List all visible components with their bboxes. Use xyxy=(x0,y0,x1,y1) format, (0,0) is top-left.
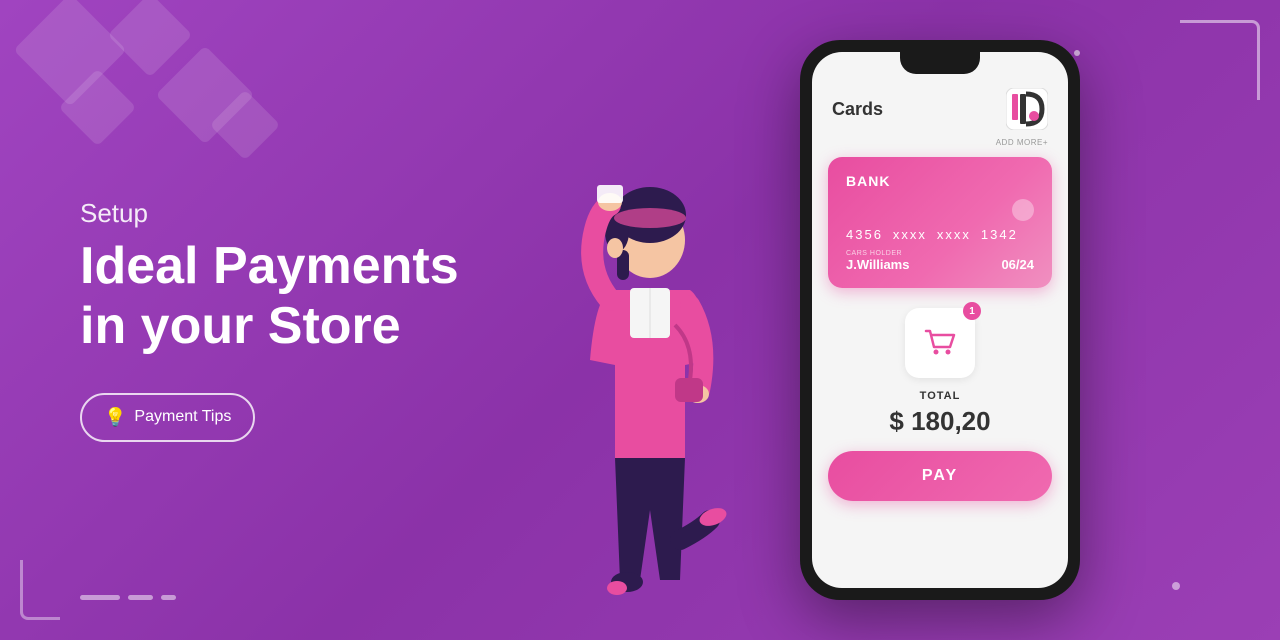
phone-mockup: Cards xyxy=(800,40,1080,600)
character-illustration xyxy=(520,0,780,640)
bulb-icon: 💡 xyxy=(104,407,126,428)
add-more-label: ADD MORE+ xyxy=(812,138,1068,147)
subtitle: Setup xyxy=(80,198,460,229)
phone-section: Cards xyxy=(780,40,1120,600)
card-holder-info: CARS HOLDER J.Williams xyxy=(846,250,909,272)
credit-card: BANK 4356 xxxx xxxx 1342 CARS HOLDER J.W… xyxy=(828,157,1052,288)
payment-tips-button[interactable]: 💡 Payment Tips xyxy=(80,393,255,442)
main-title: Ideal Payments in your Store xyxy=(80,237,460,357)
card-number-part3: xxxx xyxy=(937,227,971,242)
payment-tips-label: Payment Tips xyxy=(134,408,231,426)
card-number-part4: 1342 xyxy=(981,227,1018,242)
cart-icon xyxy=(922,325,958,361)
card-number-part1: 4356 xyxy=(846,227,883,242)
phone-screen: Cards xyxy=(812,52,1068,588)
card-number: 4356 xxxx xxxx 1342 xyxy=(846,227,1034,242)
card-holder-name: J.Williams xyxy=(846,257,909,272)
cart-section: 1 TOTAL $ 180,20 xyxy=(812,302,1068,451)
phone-cards-title: Cards xyxy=(832,99,883,120)
card-chip-row xyxy=(846,199,1034,221)
card-holder-label: CARS HOLDER xyxy=(846,250,909,257)
card-bank-label: BANK xyxy=(846,173,1034,189)
total-label: TOTAL xyxy=(920,390,961,402)
card-chip xyxy=(1012,199,1034,221)
cart-box: 1 xyxy=(905,308,975,378)
left-section: Setup Ideal Payments in your Store 💡 Pay… xyxy=(0,138,520,502)
ideal-logo-svg xyxy=(1006,88,1048,130)
character-svg xyxy=(535,160,765,640)
main-title-line2: in your Store xyxy=(80,297,401,355)
main-title-line1: Ideal Payments xyxy=(80,237,459,295)
card-number-part2: xxxx xyxy=(893,227,927,242)
ideal-logo xyxy=(1006,88,1048,130)
card-footer: CARS HOLDER J.Williams 06/24 xyxy=(846,250,1034,272)
cart-badge: 1 xyxy=(963,302,981,320)
total-amount: $ 180,20 xyxy=(889,406,990,437)
main-content: Setup Ideal Payments in your Store 💡 Pay… xyxy=(0,0,1280,640)
card-expiry: 06/24 xyxy=(1001,257,1034,272)
pay-button[interactable]: PAY xyxy=(828,451,1052,501)
phone-notch xyxy=(900,52,980,74)
